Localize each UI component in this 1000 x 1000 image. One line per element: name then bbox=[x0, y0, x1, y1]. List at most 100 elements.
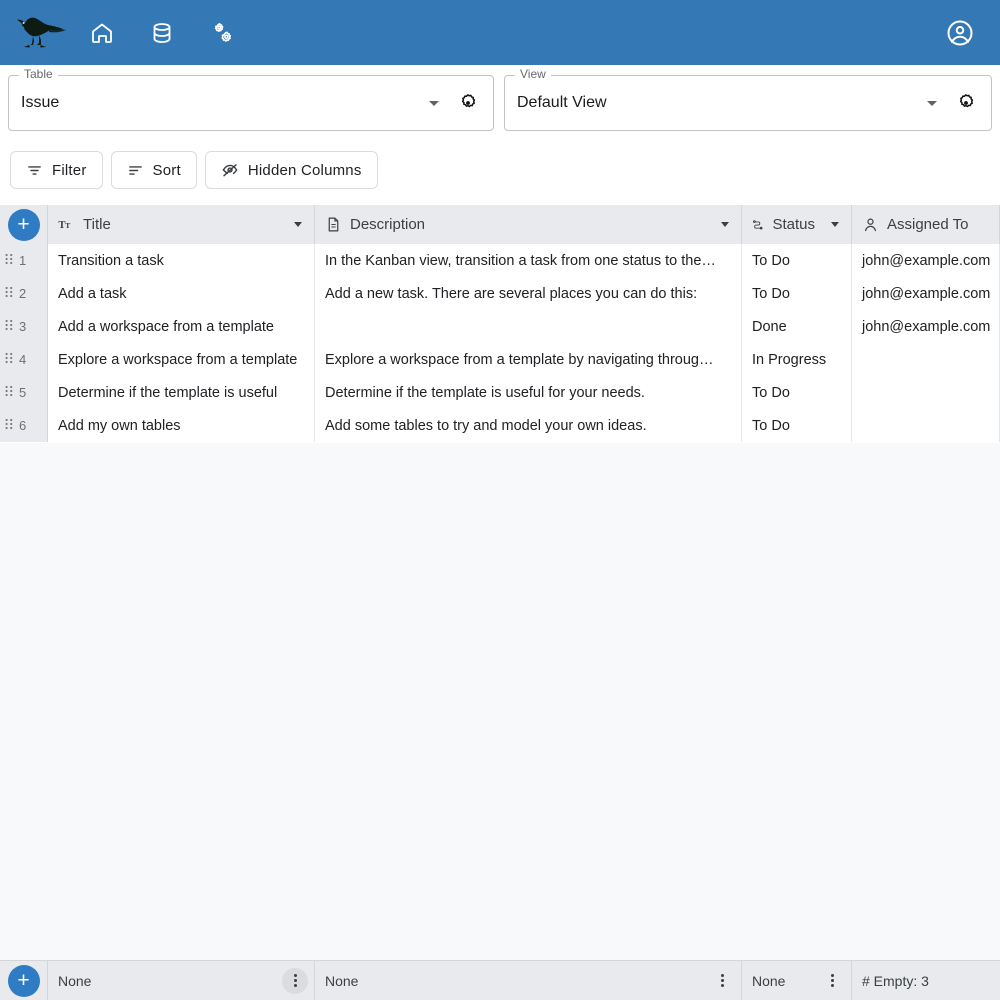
cell-status[interactable]: To Do bbox=[742, 376, 852, 409]
footer-summary-title-menu-button[interactable] bbox=[282, 967, 308, 994]
table-select[interactable]: Table Issue bbox=[8, 68, 494, 131]
drag-handle-icon bbox=[5, 386, 13, 397]
chevron-down-icon[interactable] bbox=[429, 100, 439, 106]
footer-summary-description-value: None bbox=[325, 972, 359, 989]
cell-description[interactable]: Add some tables to try and model your ow… bbox=[315, 409, 742, 442]
nav-home-button[interactable] bbox=[84, 15, 120, 51]
text-format-icon: T T bbox=[58, 220, 71, 231]
settings-gears-icon bbox=[214, 22, 232, 42]
cell-title[interactable]: Add my own tables bbox=[48, 409, 315, 442]
drag-handle-icon bbox=[5, 353, 13, 364]
drag-handle-icon bbox=[5, 287, 13, 298]
sort-button-label: Sort bbox=[152, 161, 181, 179]
add-row-button[interactable]: + bbox=[7, 208, 40, 241]
view-select-legend: View bbox=[515, 68, 551, 80]
cell-title[interactable]: Determine if the template is useful bbox=[48, 376, 315, 409]
table-settings-button[interactable] bbox=[451, 86, 485, 120]
grid-body: 1 Transition a task In the Kanban view, tr… bbox=[0, 244, 1000, 442]
footer-summary-assigned-to[interactable]: # Empty: 3 bbox=[852, 961, 1000, 1000]
row-number: 3 bbox=[19, 319, 27, 334]
person-icon bbox=[864, 218, 877, 232]
grid-empty-area bbox=[0, 443, 1000, 962]
cell-title[interactable]: Transition a task bbox=[48, 244, 315, 277]
svg-text:T: T bbox=[58, 220, 65, 231]
row-drag-handle[interactable]: 2 bbox=[0, 277, 48, 310]
column-header-assigned-to[interactable]: Assigned To bbox=[852, 205, 1000, 244]
row-drag-handle[interactable]: 1 bbox=[0, 244, 48, 277]
gear-icon bbox=[959, 94, 974, 108]
eye-off-icon bbox=[222, 164, 238, 177]
row-drag-handle[interactable]: 5 bbox=[0, 376, 48, 409]
row-drag-handle[interactable]: 6 bbox=[0, 409, 48, 442]
cell-status[interactable]: To Do bbox=[742, 277, 852, 310]
cell-description[interactable]: Explore a workspace from a template by n… bbox=[315, 343, 742, 376]
cell-status[interactable]: To Do bbox=[742, 244, 852, 277]
hidden-columns-button[interactable]: Hidden Columns bbox=[204, 151, 378, 189]
footer-summary-assigned-to-value: # Empty: 3 bbox=[862, 972, 929, 989]
column-menu-caret-icon[interactable] bbox=[721, 222, 729, 227]
gear-icon bbox=[461, 94, 476, 108]
cell-title[interactable]: Explore a workspace from a template bbox=[48, 343, 315, 376]
cell-assigned-to[interactable] bbox=[852, 409, 1000, 442]
footer-summary-description[interactable]: None bbox=[315, 961, 742, 1000]
cell-title[interactable]: Add a task bbox=[48, 277, 315, 310]
cell-status[interactable]: To Do bbox=[742, 409, 852, 442]
footer-add-row-button[interactable]: + bbox=[7, 964, 40, 997]
table-row: 5 Determine if the template is useful Dete… bbox=[0, 376, 1000, 409]
column-header-title[interactable]: T T Title bbox=[48, 205, 315, 244]
more-vertical-icon bbox=[830, 974, 834, 987]
cell-assigned-to[interactable] bbox=[852, 376, 1000, 409]
chevron-down-icon[interactable] bbox=[927, 100, 937, 106]
sort-button[interactable]: Sort bbox=[110, 151, 197, 189]
column-header-description[interactable]: Description bbox=[315, 205, 742, 244]
drag-handle-icon bbox=[5, 320, 13, 331]
cell-status[interactable]: In Progress bbox=[742, 343, 852, 376]
cell-title[interactable]: Add a workspace from a template bbox=[48, 310, 315, 343]
selector-row: Table Issue View Default View bbox=[0, 65, 1000, 141]
cell-description[interactable]: Add a new task. There are several places… bbox=[315, 277, 742, 310]
grid-footer: + None None None # Empty: 3 bbox=[0, 960, 1000, 1000]
column-header-status[interactable]: Status bbox=[742, 205, 852, 244]
cell-status[interactable]: Done bbox=[742, 310, 852, 343]
account-button[interactable] bbox=[936, 9, 984, 57]
cell-assigned-to[interactable]: john@example.com bbox=[852, 310, 1000, 343]
footer-summary-status-value: None bbox=[752, 972, 786, 989]
cell-description[interactable]: Determine if the template is useful for … bbox=[315, 376, 742, 409]
svg-text:T: T bbox=[65, 221, 71, 230]
nav-settings-button[interactable] bbox=[204, 15, 240, 51]
row-number: 4 bbox=[19, 352, 27, 367]
table-select-legend: Table bbox=[19, 68, 58, 80]
row-drag-handle[interactable]: 3 bbox=[0, 310, 48, 343]
filter-button-label: Filter bbox=[52, 161, 87, 179]
table-row: 4 Explore a workspace from a template Expl… bbox=[0, 343, 1000, 376]
table-row: 2 Add a task Add a new task. There are sev… bbox=[0, 277, 1000, 310]
sort-icon bbox=[128, 165, 142, 175]
data-grid: + T T Title Description Status Assigned … bbox=[0, 205, 1000, 442]
cell-description[interactable] bbox=[315, 310, 742, 343]
cell-description[interactable]: In the Kanban view, transition a task fr… bbox=[315, 244, 742, 277]
database-icon bbox=[153, 22, 171, 43]
column-header-title-label: Title bbox=[83, 216, 111, 233]
cell-assigned-to[interactable]: john@example.com bbox=[852, 277, 1000, 310]
row-drag-handle[interactable]: 4 bbox=[0, 343, 48, 376]
logo-link[interactable] bbox=[0, 0, 72, 65]
footer-summary-title-value: None bbox=[58, 972, 92, 989]
footer-summary-status[interactable]: None bbox=[742, 961, 852, 1000]
grid-add-row-cell: + bbox=[0, 205, 48, 244]
filter-button[interactable]: Filter bbox=[10, 151, 103, 189]
view-settings-button[interactable] bbox=[949, 86, 983, 120]
column-menu-caret-icon[interactable] bbox=[294, 222, 302, 227]
drag-handle-icon bbox=[5, 254, 13, 265]
cell-assigned-to[interactable]: john@example.com bbox=[852, 244, 1000, 277]
nav-database-button[interactable] bbox=[144, 15, 180, 51]
column-menu-caret-icon[interactable] bbox=[831, 222, 839, 227]
footer-summary-status-menu-button[interactable] bbox=[819, 968, 845, 994]
cell-assigned-to[interactable] bbox=[852, 343, 1000, 376]
primary-nav bbox=[84, 15, 240, 51]
footer-summary-description-menu-button[interactable] bbox=[709, 968, 735, 994]
footer-summary-title[interactable]: None bbox=[48, 961, 315, 1000]
account-circle-icon bbox=[947, 20, 973, 45]
table-select-value: Issue bbox=[21, 94, 60, 111]
bird-logo bbox=[17, 17, 66, 47]
view-select[interactable]: View Default View bbox=[504, 68, 992, 131]
